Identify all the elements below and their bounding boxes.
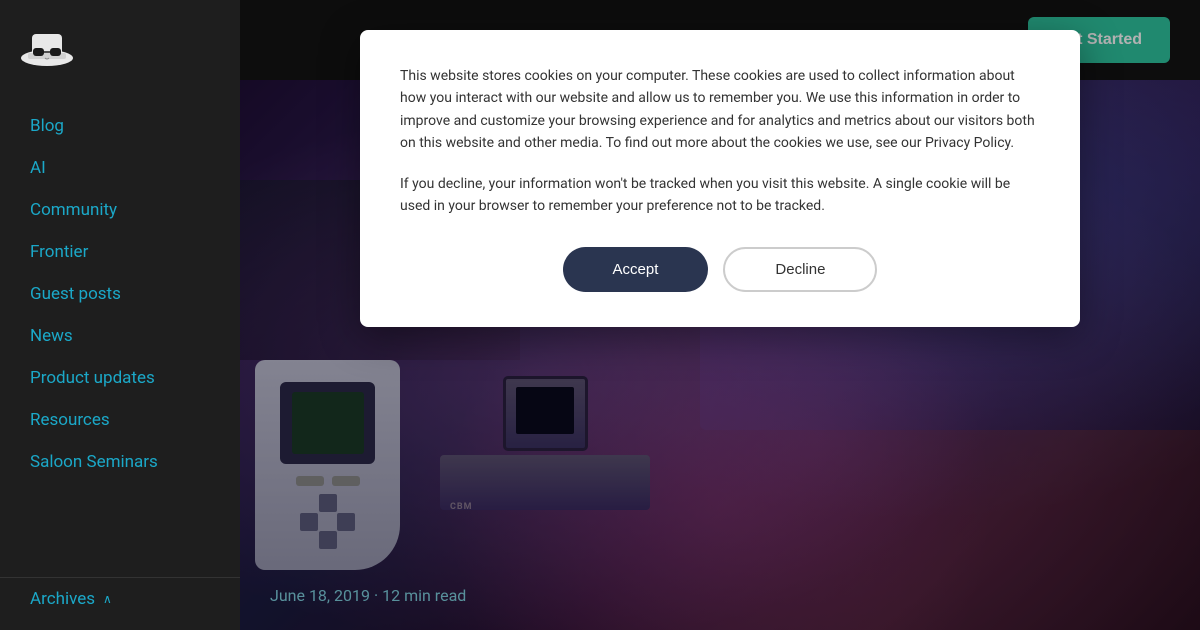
sidebar-item-saloon-seminars[interactable]: Saloon Seminars (0, 441, 240, 483)
archives-label: Archives (30, 589, 95, 609)
sidebar-nav: Blog AI Community Frontier Guest posts N… (0, 95, 240, 630)
cookie-modal: This website stores cookies on your comp… (360, 30, 1080, 327)
sidebar-item-community[interactable]: Community (0, 189, 240, 231)
sidebar-item-blog[interactable]: Blog (0, 105, 240, 147)
sidebar: Blog AI Community Frontier Guest posts N… (0, 0, 240, 630)
main-content: Get Started // We'll just draw colored b… (240, 0, 1200, 630)
decline-button[interactable]: Decline (723, 247, 877, 292)
accept-button[interactable]: Accept (563, 247, 709, 292)
sidebar-item-ai[interactable]: AI (0, 147, 240, 189)
sidebar-item-archives[interactable]: Archives ∧ (0, 578, 240, 620)
sidebar-item-guest-posts[interactable]: Guest posts (0, 273, 240, 315)
sidebar-header (0, 0, 240, 95)
sidebar-item-news[interactable]: News (0, 315, 240, 357)
cookie-buttons: Accept Decline (400, 247, 1040, 292)
archives-section: Archives ∧ (0, 577, 240, 620)
sidebar-item-frontier[interactable]: Frontier (0, 231, 240, 273)
sidebar-item-resources[interactable]: Resources (0, 399, 240, 441)
logo-icon (20, 20, 75, 75)
sidebar-item-product-updates[interactable]: Product updates (0, 357, 240, 399)
cookie-text-main: This website stores cookies on your comp… (400, 65, 1040, 155)
archives-row: Archives ∧ (30, 589, 112, 609)
cookie-text-secondary: If you decline, your information won't b… (400, 173, 1040, 218)
chevron-up-icon: ∧ (103, 592, 112, 606)
